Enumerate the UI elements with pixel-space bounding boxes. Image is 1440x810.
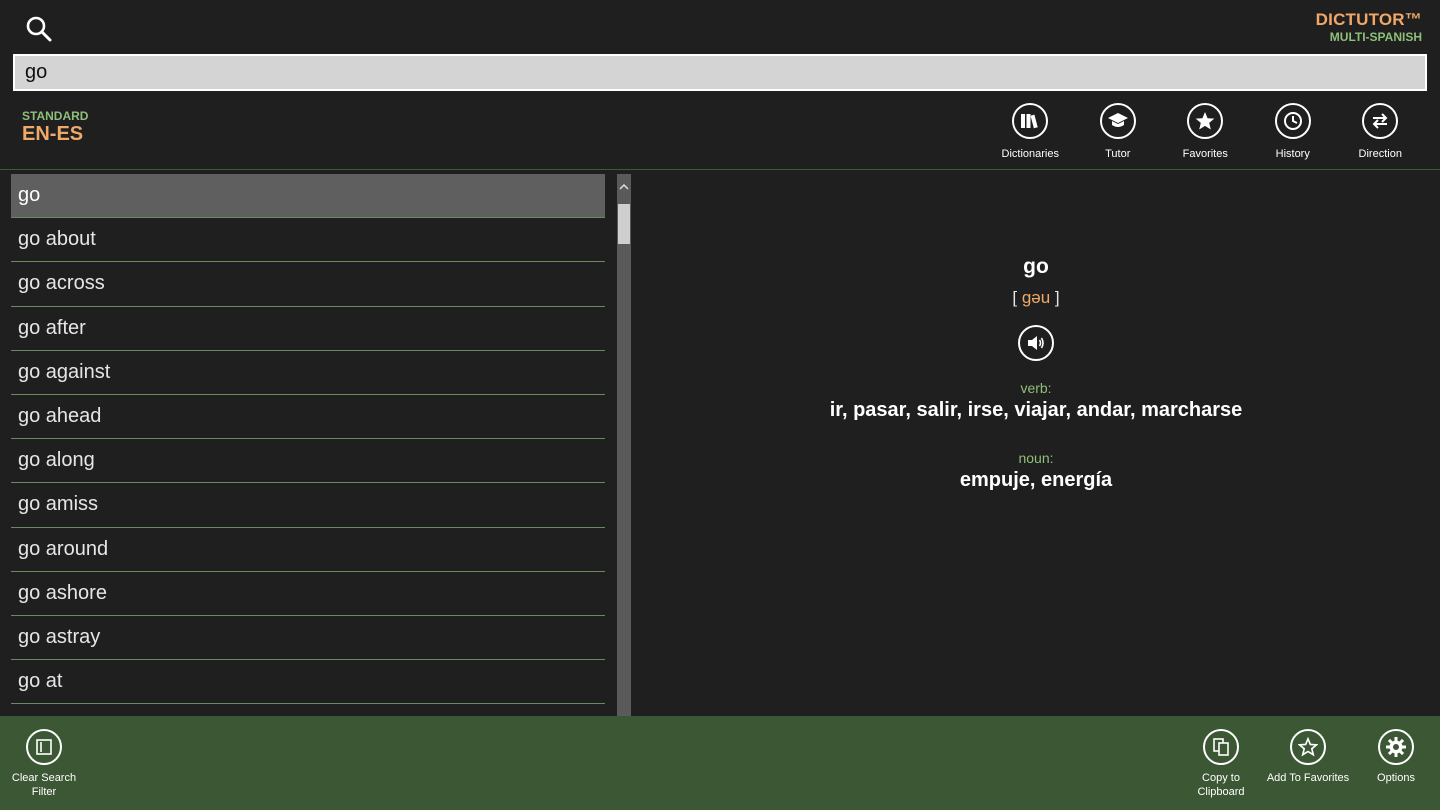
list-item[interactable]: go across (11, 262, 605, 307)
favorites-button[interactable]: Favorites (1162, 103, 1250, 160)
star-icon (1290, 729, 1326, 765)
options-label: Options (1377, 772, 1415, 784)
list-item[interactable]: go at (11, 660, 605, 705)
list-item[interactable]: go about (11, 218, 605, 263)
bottom-app-bar: Clear Search Filter Copy to Clipboard Ad… (0, 716, 1440, 810)
app-window: DICTUTOR™ MULTI-SPANISH STANDARD EN-ES D… (0, 0, 1440, 810)
copy-to-clipboard-button[interactable]: Copy to Clipboard (1176, 729, 1266, 799)
history-button[interactable]: History (1249, 103, 1337, 160)
tutor-button[interactable]: Tutor (1074, 103, 1162, 160)
list-item[interactable]: go along (11, 439, 605, 484)
word-list-scrollbar[interactable] (617, 174, 631, 716)
top-toolbar: Dictionaries Tutor Favorites History Dir… (987, 103, 1425, 160)
books-icon (1012, 103, 1049, 139)
copy-icon (1203, 729, 1239, 765)
swap-arrows-icon (1362, 103, 1399, 139)
clock-icon (1274, 103, 1311, 139)
language-pair: EN-ES (22, 123, 84, 145)
clear-search-filter-label: Clear Search Filter (11, 772, 77, 798)
entry-phonetic: [ gəu ] (632, 288, 1440, 308)
add-to-favorites-button[interactable]: Add To Favorites (1263, 729, 1353, 785)
dictionaries-button[interactable]: Dictionaries (987, 103, 1075, 160)
pronounce-button[interactable] (1018, 325, 1054, 361)
header-divider (0, 169, 1440, 170)
direction-label: Direction (1358, 148, 1402, 160)
app-title: DICTUTOR™ (1315, 10, 1422, 29)
favorites-label: Favorites (1182, 148, 1228, 160)
sense-pos-verb: verb: (1020, 380, 1052, 396)
app-branding: DICTUTOR™ MULTI-SPANISH (1316, 10, 1422, 44)
list-item[interactable]: go after (11, 307, 605, 351)
list-item[interactable]: go ahead (11, 395, 605, 440)
scroll-up-icon[interactable] (619, 182, 629, 192)
app-subtitle: MULTI-SPANISH (1329, 30, 1422, 44)
direction-button[interactable]: Direction (1337, 103, 1425, 160)
mode-label: STANDARD (22, 109, 89, 123)
tutor-label: Tutor (1105, 148, 1131, 160)
clear-filter-icon (26, 729, 62, 765)
speaker-icon (1028, 336, 1044, 350)
phonetic-close-bracket: ] (1054, 288, 1060, 307)
list-item[interactable]: go against (11, 351, 605, 395)
list-item[interactable]: go amiss (11, 483, 605, 528)
sense-translations-verb: ir, pasar, salir, irse, viajar, andar, m… (829, 399, 1243, 421)
copy-to-clipboard-label: Copy to Clipboard (1197, 772, 1245, 798)
clear-search-filter-button[interactable]: Clear Search Filter (0, 729, 89, 799)
entry-detail: go [ gəu ] verb: ir, pasar, salir, irse,… (632, 174, 1440, 716)
add-to-favorites-label: Add To Favorites (1266, 772, 1350, 784)
list-item[interactable]: go around (11, 528, 605, 572)
sense-translations-noun: empuje, energía (959, 469, 1113, 491)
entry-headword: go (1023, 255, 1049, 278)
search-input[interactable] (13, 54, 1427, 91)
gear-icon (1378, 729, 1414, 765)
options-button[interactable]: Options (1351, 729, 1440, 785)
history-label: History (1275, 148, 1310, 160)
dictionaries-label: Dictionaries (1001, 148, 1059, 160)
phonetic-open-bracket: [ (1012, 288, 1018, 307)
phonetic-text: gəu (1021, 288, 1051, 307)
dictionary-mode: STANDARD EN-ES (22, 109, 88, 146)
scroll-thumb[interactable] (618, 204, 630, 244)
search-icon[interactable] (24, 14, 54, 44)
list-item[interactable]: go astray (11, 616, 605, 661)
sense-pos-noun: noun: (1018, 450, 1054, 466)
word-list: go go about go across go after go against go … (11, 174, 605, 716)
list-item[interactable]: go ashore (11, 572, 605, 616)
star-icon (1187, 103, 1224, 139)
list-item[interactable]: go (11, 174, 605, 219)
graduation-cap-icon (1099, 103, 1136, 139)
